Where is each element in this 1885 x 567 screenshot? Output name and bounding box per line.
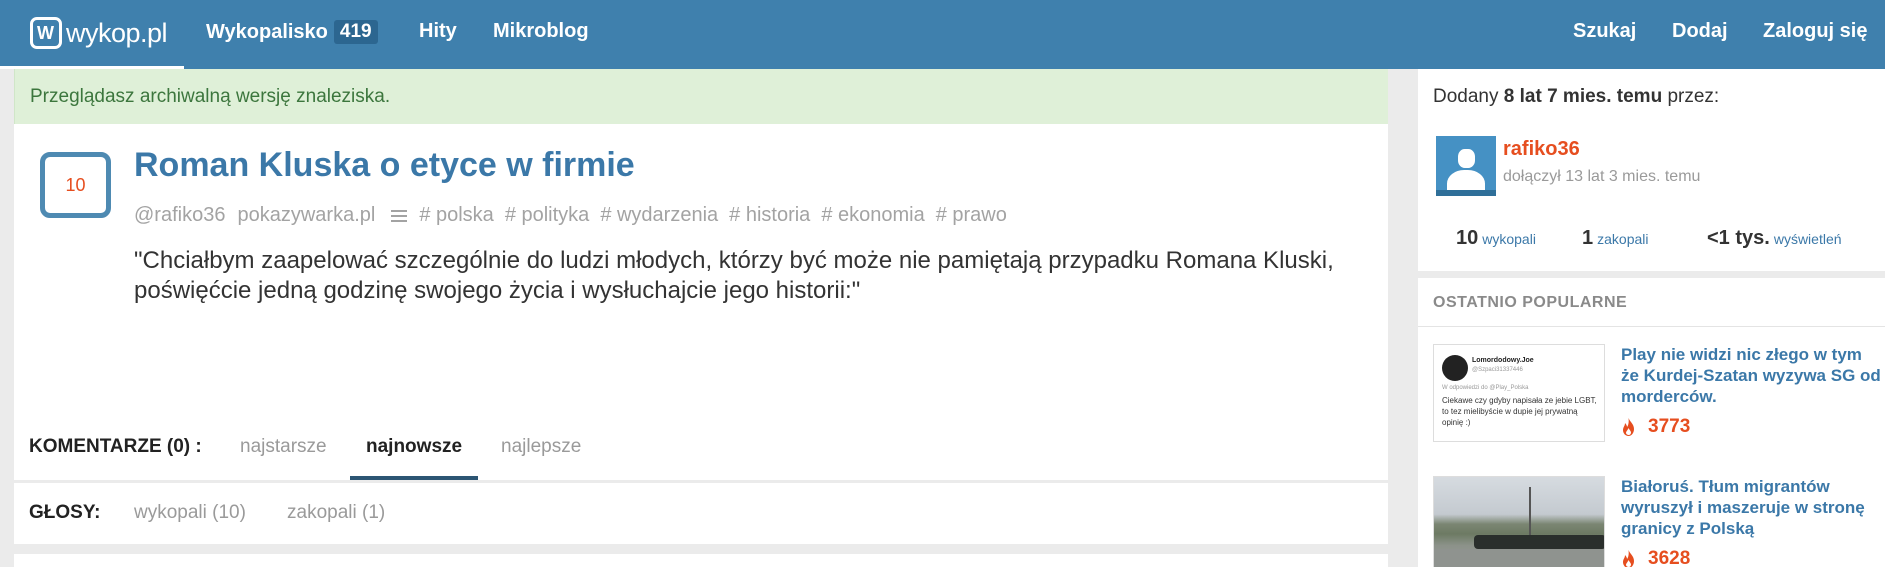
- stat-buried-label[interactable]: zakopali: [1597, 231, 1648, 247]
- nav-wykopalisko[interactable]: Wykopalisko 419: [206, 20, 378, 44]
- author-name[interactable]: rafiko36: [1503, 138, 1580, 161]
- tag-polska[interactable]: # polska: [419, 204, 494, 227]
- active-tab-underline: [350, 476, 478, 480]
- nav-mikroblog[interactable]: Mikroblog: [493, 20, 589, 43]
- stat-views-value: <1 tys.: [1707, 227, 1770, 249]
- popular-item-score-value: 3773: [1648, 416, 1691, 437]
- stat-dug-value: 10: [1456, 227, 1479, 249]
- popular-item[interactable]: Lomordodowy.Joe @Szpaci31337446 W odpowi…: [1433, 344, 1885, 444]
- tag-prawo[interactable]: # prawo: [936, 204, 1007, 227]
- sort-tab-oldest[interactable]: najstarsze: [240, 436, 327, 458]
- nav-hity[interactable]: Hity: [419, 20, 457, 43]
- tag-historia[interactable]: # historia: [729, 204, 810, 227]
- popular-thumbnail-photo[interactable]: [1433, 476, 1605, 567]
- nav-szukaj[interactable]: Szukaj: [1573, 20, 1636, 43]
- stat-dug-label[interactable]: wykopali: [1482, 231, 1536, 247]
- nav-wykopalisko-label: Wykopalisko: [206, 21, 328, 43]
- votes-tab-buried[interactable]: zakopali (1): [287, 502, 385, 524]
- article-meta: @rafiko36 pokazywarka.pl # polska # poli…: [134, 204, 1018, 227]
- added-prefix: Dodany: [1433, 86, 1499, 107]
- vote-count-box[interactable]: 10: [40, 152, 111, 218]
- votes-tab-dug[interactable]: wykopali (10): [134, 502, 246, 524]
- article-description: "Chciałbym zaapelować szczególnie do lud…: [134, 247, 1334, 304]
- votes-panel: GŁOSY: wykopali (10) zakopali (1): [14, 483, 1388, 544]
- tags-list-icon: [391, 209, 408, 222]
- nav-dodaj[interactable]: Dodaj: [1672, 20, 1728, 43]
- wykopalisko-count-badge: 419: [333, 20, 378, 44]
- tag-wydarzenia[interactable]: # wydarzenia: [600, 204, 718, 227]
- popular-thumbnail-tweet[interactable]: Lomordodowy.Joe @Szpaci31337446 W odpowi…: [1433, 344, 1605, 442]
- top-navbar: W wykop.pl Wykopalisko 419 Hity Mikroblog…: [0, 0, 1885, 69]
- stat-buried: 1 zakopali: [1582, 227, 1649, 250]
- fire-icon: [1623, 418, 1634, 436]
- tweet-text: Ciekawe czy gdyby napisała ze jebie LGBT…: [1442, 396, 1597, 427]
- stat-dug: 10 wykopali: [1456, 227, 1536, 250]
- stat-views-label: wyświetleń: [1773, 231, 1842, 247]
- tweet-avatar: [1442, 355, 1468, 381]
- archive-banner: Przeglądasz archiwalną wersję znaleziska…: [14, 69, 1388, 124]
- popular-item-title[interactable]: Play nie widzi nic złego w tym że Kurdej…: [1621, 344, 1883, 407]
- stat-buried-value: 1: [1582, 227, 1594, 249]
- popular-divider: [1418, 326, 1885, 327]
- logo[interactable]: W wykop.pl: [30, 16, 168, 50]
- tweet-reply-to: W odpowiedzi do @Play_Polska: [1442, 385, 1529, 391]
- tweet-handle: @Szpaci31337446: [1472, 367, 1523, 373]
- article-source[interactable]: pokazywarka.pl: [237, 204, 375, 227]
- article-card: 10 Roman Kluska o etyce w firmie @rafiko…: [14, 124, 1388, 480]
- tag-polityka[interactable]: # polityka: [505, 204, 590, 227]
- popular-item-score-value: 3628: [1648, 548, 1691, 567]
- comments-label: KOMENTARZE (0) :: [29, 436, 202, 457]
- popular-item-title[interactable]: Białoruś. Tłum migrantów wyruszył i masz…: [1621, 476, 1883, 539]
- article-author[interactable]: @rafiko36: [134, 204, 225, 227]
- tag-ekonomia[interactable]: # ekonomia: [821, 204, 924, 227]
- wykop-logo-icon: W: [30, 17, 62, 49]
- votes-label: GŁOSY:: [29, 502, 101, 523]
- popular-item-score: 3773: [1621, 416, 1690, 438]
- added-time: 8 lat 7 mies. temu: [1503, 86, 1663, 107]
- article-title[interactable]: Roman Kluska o etyce w firmie: [134, 146, 635, 185]
- popular-item-score: 3628: [1621, 548, 1690, 567]
- author-avatar[interactable]: [1436, 136, 1496, 196]
- added-info: Dodany 8 lat 7 mies. temu przez:: [1433, 86, 1719, 108]
- migrants-photo: [1434, 477, 1604, 567]
- author-card: Dodany 8 lat 7 mies. temu przez: rafiko3…: [1418, 69, 1885, 271]
- stat-views: <1 tys. wyświetleń: [1707, 227, 1842, 250]
- logo-text: wykop.pl: [66, 17, 168, 48]
- nav-zaloguj[interactable]: Zaloguj się: [1763, 20, 1867, 43]
- fire-icon: [1623, 550, 1634, 567]
- comments-bar: KOMENTARZE (0) : najstarsze najnowsze na…: [14, 424, 1388, 480]
- sort-tab-best[interactable]: najlepsze: [501, 436, 581, 458]
- popular-panel: OSTATNIO POPULARNE Lomordodowy.Joe @Szpa…: [1418, 278, 1885, 567]
- author-joined: dołączył 13 lat 3 mies. temu: [1503, 168, 1701, 185]
- popular-header: OSTATNIO POPULARNE: [1433, 294, 1628, 311]
- added-suffix: przez:: [1667, 86, 1720, 107]
- sort-tab-newest[interactable]: najnowsze: [366, 436, 462, 458]
- next-panel: [14, 554, 1388, 567]
- popular-item[interactable]: Białoruś. Tłum migrantów wyruszył i masz…: [1433, 476, 1885, 567]
- tweet-author: Lomordodowy.Joe: [1472, 357, 1534, 364]
